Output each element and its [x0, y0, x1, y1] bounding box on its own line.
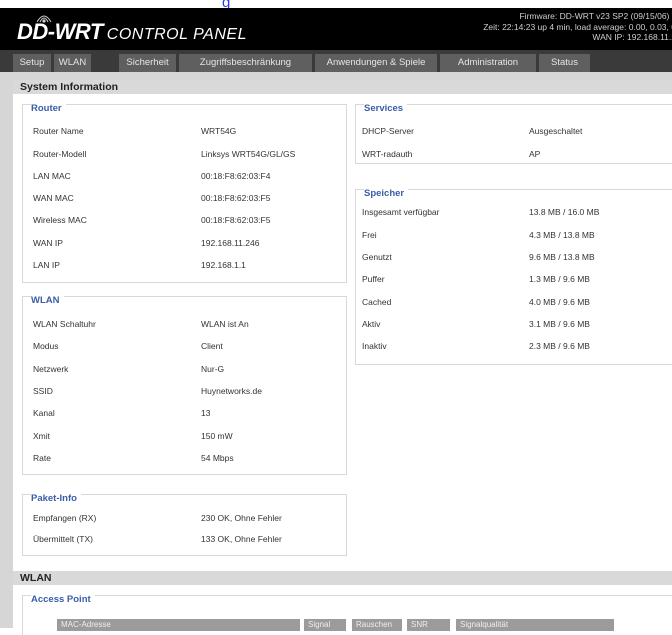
- dhcp-server-value: Ausgeschaltet: [529, 126, 583, 136]
- router-model-label: Router-Modell: [33, 149, 87, 159]
- main-tabs: Setup WLAN Sicherheit Zugriffsbeschränku…: [0, 50, 672, 72]
- wireless-mac-value: 00:18:F8:62:03:F5: [201, 215, 271, 225]
- wlan-schedule-label: WLAN Schaltuhr: [33, 319, 96, 329]
- wlan-xmit-value: 150 mW: [201, 431, 233, 441]
- wlan-mode-label: Modus: [33, 341, 59, 351]
- tab-setup[interactable]: Setup: [13, 54, 51, 72]
- wlan-xmit-label: Xmit: [33, 431, 50, 441]
- firmware-line: Firmware: DD-WRT v23 SP2 (09/15/06) s: [519, 11, 672, 21]
- firmware-info: Firmware: DD-WRT v23 SP2 (09/15/06) s Ze…: [483, 11, 672, 43]
- wlan-schedule-value: WLAN ist An: [201, 319, 249, 329]
- router-title: Router: [31, 104, 66, 114]
- header-banner: DD-WRT CONTROL PANEL Firmware: DD-WRT v23…: [0, 8, 672, 50]
- mem-active-value: 3.1 MB / 9.6 MB: [529, 319, 590, 329]
- lan-mac-value: 00:18:F8:62:03:F4: [201, 171, 271, 181]
- uptime-line: Zeit: 22:14:23 up 4 min, load average: 0…: [483, 21, 672, 32]
- lan-ip-value: 192.168.1.1: [201, 260, 246, 270]
- mem-total-label: Insgesamt verfügbar: [362, 207, 440, 217]
- services-title: Services: [364, 104, 408, 114]
- wlan-channel-value: 13: [201, 408, 211, 418]
- paket-info-title: Paket-Info: [31, 494, 81, 504]
- dhcp-server-label: DHCP-Server: [362, 126, 414, 136]
- mem-free-label: Frei: [362, 230, 377, 240]
- tab-sicherheit[interactable]: Sicherheit: [119, 54, 176, 72]
- wireless-mac-label: Wireless MAC: [33, 215, 87, 225]
- tab-zugriffsbeschraenkung[interactable]: Zugriffsbeschränkung: [179, 54, 312, 72]
- wan-mac-value: 00:18:F8:62:03:F5: [201, 193, 271, 203]
- tx-label: Übermittelt (TX): [33, 534, 93, 544]
- speicher-title: Speicher: [364, 189, 409, 199]
- mem-inactive-value: 2.3 MB / 9.6 MB: [529, 341, 590, 351]
- col-snr[interactable]: SNR: [407, 619, 450, 631]
- mem-buffer-label: Puffer: [362, 274, 385, 284]
- wlan-title: WLAN: [31, 296, 64, 306]
- mem-cached-label: Cached: [362, 297, 392, 307]
- section-system-information: System Information: [13, 80, 672, 94]
- mem-used-value: 9.6 MB / 13.8 MB: [529, 252, 595, 262]
- mem-buffer-value: 1.3 MB / 9.6 MB: [529, 274, 590, 284]
- tab-administration[interactable]: Administration: [440, 54, 536, 72]
- tab-wlan[interactable]: WLAN: [54, 54, 91, 72]
- wrt-radauth-label: WRT-radauth: [362, 149, 413, 159]
- logo-main: DD-WRT: [17, 19, 103, 44]
- col-signal[interactable]: Signal: [304, 619, 346, 631]
- wlan-network-label: Netzwerk: [33, 364, 69, 374]
- rx-value: 230 OK, Ohne Fehler: [201, 513, 282, 523]
- col-mac-address[interactable]: MAC-Adresse: [57, 619, 300, 631]
- wlan-rate-label: Rate: [33, 453, 51, 463]
- router-model-value: Linksys WRT54G/GL/GS: [201, 149, 296, 159]
- logo[interactable]: DD-WRT CONTROL PANEL: [17, 19, 247, 45]
- wan-ip-line: WAN IP: 192.168.11.2: [592, 32, 672, 42]
- col-signal-quality[interactable]: Signalqualität: [456, 619, 614, 631]
- mem-active-label: Aktiv: [362, 319, 381, 329]
- lan-mac-label: LAN MAC: [33, 171, 71, 181]
- wlan-mode-value: Client: [201, 341, 223, 351]
- top-strip: [0, 0, 672, 8]
- wlan-ssid-value: Huynetworks.de: [201, 386, 262, 396]
- wan-ip-value: 192.168.11.246: [201, 238, 260, 248]
- wlan-network-value: Nur-G: [201, 364, 225, 374]
- mem-inactive-label: Inaktiv: [362, 341, 387, 351]
- tab-status[interactable]: Status: [539, 54, 590, 72]
- rx-label: Empfangen (RX): [33, 513, 97, 523]
- wlan-ssid-label: SSID: [33, 386, 53, 396]
- mem-cached-value: 4.0 MB / 9.6 MB: [529, 297, 590, 307]
- mem-used-label: Genutzt: [362, 252, 392, 262]
- wlan-rate-value: 54 Mbps: [201, 453, 234, 463]
- section-wlan: WLAN: [13, 571, 672, 585]
- tab-anwendungen-spiele[interactable]: Anwendungen & Spiele: [315, 54, 437, 72]
- tx-value: 133 OK, Ohne Fehler: [201, 534, 282, 544]
- wan-ip-label: WAN IP: [33, 238, 63, 248]
- col-noise[interactable]: Rauschen: [352, 619, 402, 631]
- paket-info-box: Paket-Info: [22, 494, 347, 556]
- logo-subtitle: CONTROL PANEL: [106, 26, 247, 43]
- wan-mac-label: WAN MAC: [33, 193, 74, 203]
- router-name-value: WRT54G: [201, 126, 237, 136]
- lan-ip-label: LAN IP: [33, 260, 60, 270]
- router-name-label: Router Name: [33, 126, 84, 136]
- wrt-radauth-value: AP: [529, 149, 541, 159]
- mem-total-value: 13.8 MB / 16.0 MB: [529, 207, 600, 217]
- access-point-title: Access Point: [31, 595, 95, 605]
- mem-free-value: 4.3 MB / 13.8 MB: [529, 230, 595, 240]
- wlan-channel-label: Kanal: [33, 408, 55, 418]
